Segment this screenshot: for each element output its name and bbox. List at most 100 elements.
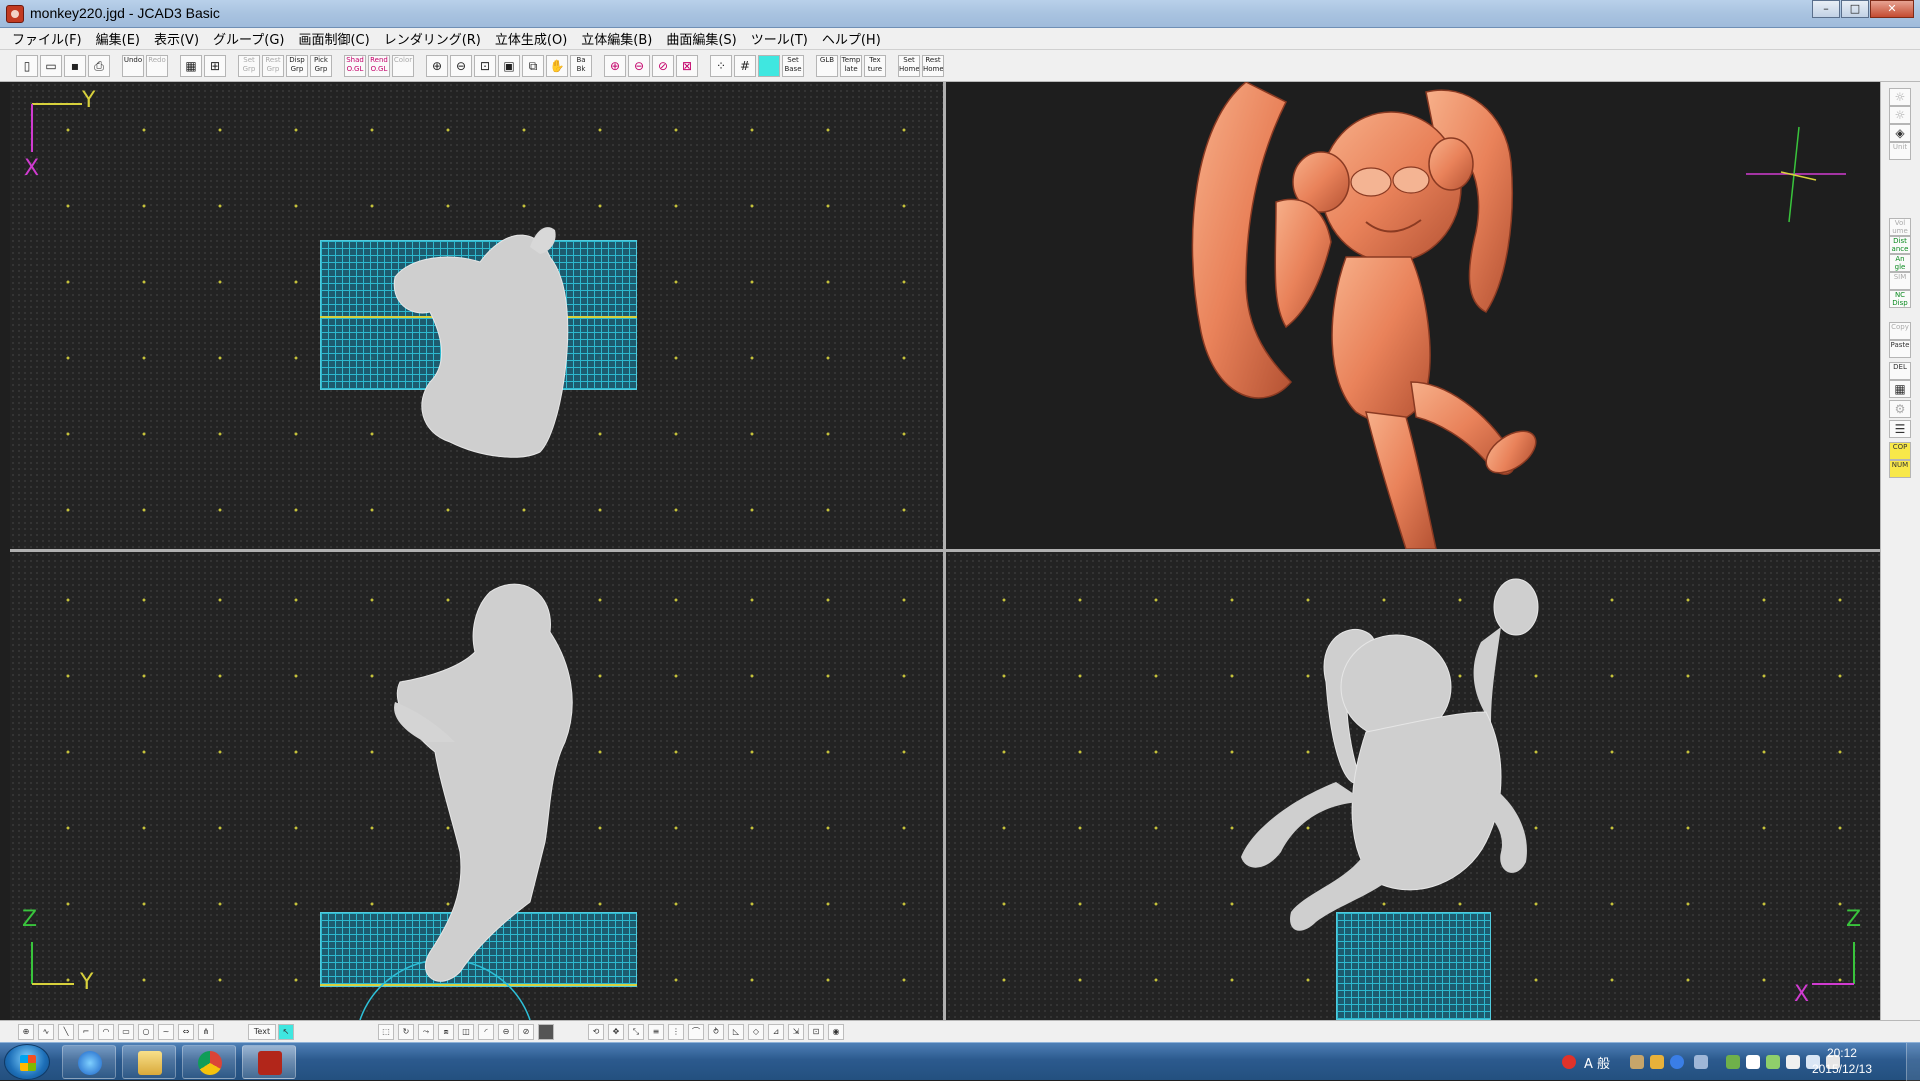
text-button[interactable]: Text bbox=[248, 1024, 276, 1040]
help-icon[interactable] bbox=[1670, 1055, 1684, 1069]
inspect-icon[interactable]: ◉ bbox=[828, 1024, 844, 1040]
disp-grp-button[interactable]: Disp Grp bbox=[286, 54, 308, 77]
layer-icon[interactable]: ◈ bbox=[1889, 124, 1911, 142]
grid-dots-icon[interactable]: ⁘ bbox=[710, 54, 732, 77]
maximize-button[interactable]: □ bbox=[1841, 0, 1869, 18]
circle-icon[interactable]: ○ bbox=[138, 1024, 154, 1040]
rotate-icon[interactable]: ⟲ bbox=[588, 1024, 604, 1040]
flag-icon[interactable] bbox=[1786, 1055, 1800, 1069]
security-icon[interactable] bbox=[1562, 1055, 1576, 1069]
pick-grp-button[interactable]: Pick Grp bbox=[310, 54, 332, 77]
bk-button[interactable]: Ba Bk bbox=[570, 54, 592, 77]
rest-grp-button[interactable]: Rest Grp bbox=[262, 54, 284, 77]
minimize-button[interactable]: – bbox=[1812, 0, 1840, 18]
section-icon[interactable]: ⊡ bbox=[808, 1024, 824, 1040]
pick-icon[interactable]: ↖ bbox=[278, 1024, 294, 1040]
array-icon[interactable]: ⋮ bbox=[668, 1024, 684, 1040]
zoom-in-icon[interactable]: ⊕ bbox=[426, 54, 448, 77]
grid-lines-icon[interactable]: # bbox=[734, 54, 756, 77]
set-grp-button[interactable]: Set Grp bbox=[238, 54, 260, 77]
boolean-icon[interactable]: ⊖ bbox=[498, 1024, 514, 1040]
tree-icon[interactable]: ☰ bbox=[1889, 420, 1911, 438]
set-base-button[interactable]: Set Base bbox=[782, 54, 804, 77]
cop-button[interactable]: COP bbox=[1889, 442, 1911, 460]
split-icon[interactable]: ⊘ bbox=[518, 1024, 534, 1040]
monkey-render[interactable] bbox=[946, 82, 1880, 549]
menu-surface-edit[interactable]: 曲面編集(S) bbox=[666, 29, 736, 48]
menu-screen-control[interactable]: 画面制御(C) bbox=[298, 29, 369, 48]
viewport-perspective[interactable] bbox=[946, 82, 1880, 549]
shad-ogl-button[interactable]: Shad O.GL bbox=[344, 54, 366, 77]
color-button[interactable]: Color bbox=[392, 54, 414, 77]
ime-tool-icon[interactable] bbox=[1630, 1055, 1644, 1069]
menu-solid-create[interactable]: 立体生成(O) bbox=[495, 29, 567, 48]
taskbar-chrome[interactable] bbox=[182, 1045, 236, 1079]
scale-icon[interactable]: ⤡ bbox=[628, 1024, 644, 1040]
zoom-out-icon[interactable]: ⊖ bbox=[450, 54, 472, 77]
clock[interactable]: 20:12 2015/12/13 bbox=[1812, 1045, 1872, 1077]
texture-button[interactable]: Tex ture bbox=[864, 54, 886, 77]
start-button[interactable] bbox=[4, 1044, 50, 1080]
grid-snap-button[interactable] bbox=[758, 54, 780, 77]
shell-icon[interactable]: ◫ bbox=[458, 1024, 474, 1040]
distance-button[interactable]: Dist ance bbox=[1889, 236, 1911, 254]
table-icon[interactable]: ▦ bbox=[1889, 380, 1911, 398]
mirror-icon[interactable]: ⇔ bbox=[178, 1024, 194, 1040]
loft-icon[interactable]: ⧈ bbox=[438, 1024, 454, 1040]
zoom-all-icon[interactable]: ⧉ bbox=[522, 54, 544, 77]
undo-button[interactable]: Undo bbox=[122, 54, 144, 77]
menu-help[interactable]: ヘルプ(H) bbox=[822, 29, 881, 48]
paste-button[interactable]: Paste bbox=[1889, 340, 1911, 358]
template-button[interactable]: Temp late bbox=[840, 54, 862, 77]
line-icon[interactable]: ╲ bbox=[58, 1024, 74, 1040]
angle-button[interactable]: An gle bbox=[1889, 254, 1911, 272]
menu-edit[interactable]: 編集(E) bbox=[96, 29, 140, 48]
set-home-button[interactable]: Set Home bbox=[898, 54, 920, 77]
zoom-fit-icon[interactable]: ⊡ bbox=[474, 54, 496, 77]
monkey-wireframe-top[interactable] bbox=[10, 82, 943, 549]
menu-group[interactable]: グループ(G) bbox=[213, 29, 284, 48]
zoom-red-fit-icon[interactable]: ⊠ bbox=[676, 54, 698, 77]
network-icon[interactable] bbox=[1726, 1055, 1740, 1069]
twist-icon[interactable]: ⥁ bbox=[708, 1024, 724, 1040]
rect-icon[interactable]: ▭ bbox=[118, 1024, 134, 1040]
glb-button[interactable]: GLB bbox=[816, 54, 838, 77]
sweep-icon[interactable]: ⤳ bbox=[418, 1024, 434, 1040]
grid-view-icon[interactable]: ▦ bbox=[180, 54, 202, 77]
zoom-red-in-icon[interactable]: ⊕ bbox=[604, 54, 626, 77]
light-icon[interactable]: ☼ bbox=[1889, 88, 1911, 106]
project-icon[interactable]: ⇲ bbox=[788, 1024, 804, 1040]
menu-file[interactable]: ファイル(F) bbox=[12, 29, 82, 48]
zoom-red-out-icon[interactable]: ⊖ bbox=[628, 54, 650, 77]
spline-icon[interactable]: ~ bbox=[158, 1024, 174, 1040]
align-icon[interactable]: ≡ bbox=[648, 1024, 664, 1040]
copy-button[interactable]: Copy bbox=[1889, 322, 1911, 340]
taskbar-ie[interactable] bbox=[62, 1045, 116, 1079]
app-icon[interactable] bbox=[6, 5, 24, 23]
bend-icon[interactable]: ⌒ bbox=[688, 1024, 704, 1040]
show-desktop-button[interactable] bbox=[1906, 1043, 1920, 1081]
move-icon[interactable]: ✥ bbox=[608, 1024, 624, 1040]
arc-icon[interactable]: ◠ bbox=[98, 1024, 114, 1040]
dictionary-icon[interactable] bbox=[1650, 1055, 1664, 1069]
monkey-wireframe-front[interactable] bbox=[946, 552, 1880, 1020]
viewport-side[interactable]: Z Y bbox=[10, 552, 943, 1020]
zoom-window-icon[interactable]: ▣ bbox=[498, 54, 520, 77]
menu-tools[interactable]: ツール(T) bbox=[751, 29, 808, 48]
volume-button[interactable]: Vol ume bbox=[1889, 218, 1911, 236]
polyline-icon[interactable]: ⌐ bbox=[78, 1024, 94, 1040]
monkey-wireframe-side[interactable] bbox=[10, 552, 943, 1020]
taper-icon[interactable]: ◺ bbox=[728, 1024, 744, 1040]
measure-icon[interactable]: ⊿ bbox=[768, 1024, 784, 1040]
revolve-icon[interactable]: ↻ bbox=[398, 1024, 414, 1040]
save-icon[interactable]: ▪ bbox=[64, 54, 86, 77]
snap-icon[interactable]: ⊕ bbox=[18, 1024, 34, 1040]
windows-icon[interactable] bbox=[1746, 1055, 1760, 1069]
viewport-top[interactable]: Y X bbox=[10, 82, 943, 549]
open-icon[interactable]: ▭ bbox=[40, 54, 62, 77]
curve-icon[interactable]: ∿ bbox=[38, 1024, 54, 1040]
quad-view-icon[interactable]: ⊞ bbox=[204, 54, 226, 77]
settings-icon[interactable]: ⚙ bbox=[1889, 400, 1911, 418]
rend-ogl-button[interactable]: Rend O.GL bbox=[368, 54, 390, 77]
solid-icon[interactable] bbox=[538, 1024, 554, 1040]
